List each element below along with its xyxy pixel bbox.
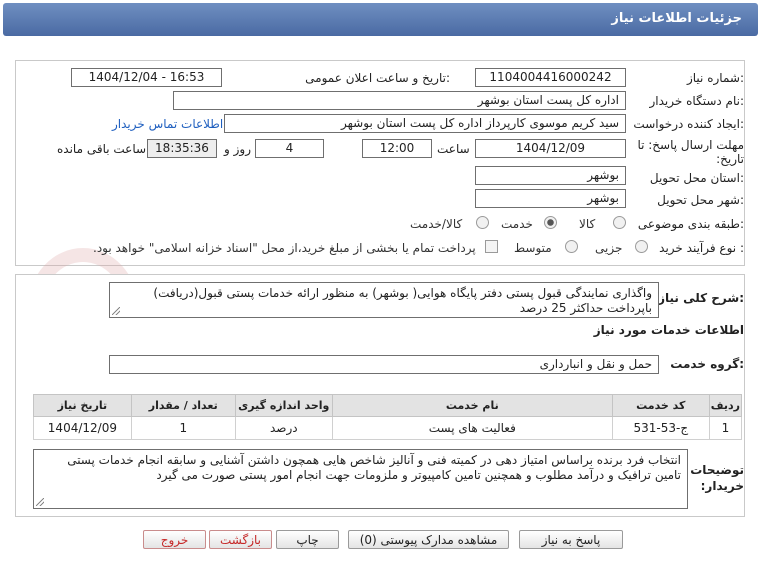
cell-unit: درصد [234,416,333,440]
deadline-time-label: ساعت [437,142,470,156]
col-name: نام خدمت [331,394,613,417]
table-row: 1 ج-53-531 فعالیت های پست درصد 1 1404/12… [33,416,743,440]
treasury-payment-checkbox[interactable] [485,240,498,253]
process-option-medium: متوسط [514,241,552,255]
services-table-wrap: ردیف کد خدمت نام خدمت واحد اندازه گیری ت… [33,394,743,440]
delivery-city-field: بوشهر [475,189,626,208]
requester-field: سید کریم موسوی کارپرداز اداره کل پست است… [224,114,626,133]
cell-row: 1 [708,416,743,440]
col-code: کد خدمت [611,394,710,417]
category-radio-service[interactable] [544,216,557,229]
remaining-time-field: 18:35:36 [147,139,217,158]
service-group-field: حمل و نقل و انبارداری [109,355,659,374]
summary-textarea[interactable]: واگذاری نمایندگی قبول پستی دفتر پایگاه ه… [109,282,659,318]
announce-datetime-label: تاریخ و ساعت اعلان عمومی: [305,71,450,85]
resize-grip-icon[interactable] [112,307,120,315]
need-number-field: 1104004416000242 [475,68,626,87]
services-table: ردیف کد خدمت نام خدمت واحد اندازه گیری ت… [33,394,743,440]
buyer-notes-textarea[interactable]: انتخاب فرد برنده براساس امتیاز دهی در کم… [33,449,688,509]
deadline-label: مهلت ارسال پاسخ: تا تاریخ: [634,138,744,166]
remaining-days-label: روز و [224,142,251,156]
summary-label: شرح کلی نیاز: [658,291,744,305]
deadline-label-text: مهلت ارسال پاسخ: تا تاریخ: [637,138,744,166]
buyer-notes-label-text: توضیحات خریدار: [690,463,744,493]
col-unit: واحد اندازه گیری [234,394,333,417]
announce-datetime-field: 1404/12/04 - 16:53 [71,68,222,87]
col-row: ردیف [708,394,743,417]
services-section-title: اطلاعات خدمات مورد نیاز [593,323,744,337]
back-button[interactable]: بازگشت [209,530,272,549]
delivery-province-label: استان محل تحویل: [649,171,744,185]
process-option-minor: جزیی [595,241,623,255]
deadline-time-field: 12:00 [362,139,432,158]
category-option-goods-service: کالا/خدمت [410,217,463,231]
resize-grip-icon[interactable] [36,498,44,506]
category-radio-goods-service[interactable] [476,216,489,229]
view-attachments-button[interactable]: مشاهده مدارک پیوستی (0) [348,530,509,549]
services-table-header: ردیف کد خدمت نام خدمت واحد اندازه گیری ت… [33,394,743,417]
buyer-notes-label: توضیحات خریدار: [684,462,744,494]
exit-button[interactable]: خروج [143,530,206,549]
category-radio-goods[interactable] [613,216,626,229]
delivery-city-label: شهر محل تحویل: [657,193,744,207]
cell-name: فعالیت های پست [331,416,613,440]
buyer-org-field: اداره کل پست استان بوشهر [173,91,626,110]
need-number-label: شماره نیاز: [686,71,744,85]
deadline-date-field: 1404/12/09 [475,139,626,158]
cell-qty: 1 [130,416,236,440]
category-label: طبقه بندی موضوعی: [637,217,744,231]
process-type-label: نوع فرآیند خرید : [659,241,744,255]
delivery-province-field: بوشهر [475,166,626,185]
page-header: جزئیات اطلاعات نیاز [3,3,758,36]
requester-label: ایجاد کننده درخواست: [633,117,744,131]
print-button[interactable]: چاپ [276,530,339,549]
page-title: جزئیات اطلاعات نیاز [611,11,742,26]
buyer-contact-link[interactable]: اطلاعات تماس خریدار [112,117,223,131]
remaining-time-label: ساعت باقی مانده [57,142,147,156]
service-group-label: گروه خدمت: [670,357,744,371]
cell-code: ج-53-531 [611,416,710,440]
buyer-notes-text: انتخاب فرد برنده براساس امتیاز دهی در کم… [67,453,681,482]
category-option-service: خدمت [501,217,533,231]
buyer-org-label: نام دستگاه خریدار: [649,94,745,108]
remaining-days-field: 4 [255,139,324,158]
summary-text: واگذاری نمایندگی قبول پستی دفتر پایگاه ه… [153,286,652,315]
cell-date: 1404/12/09 [33,416,132,440]
col-date: تاریخ نیاز [33,394,132,417]
process-radio-minor[interactable] [635,240,648,253]
col-qty: تعداد / مقدار [130,394,236,417]
treasury-payment-note: پرداخت تمام یا بخشی از مبلغ خرید،از محل … [93,241,476,255]
reply-button[interactable]: پاسخ به نیاز [519,530,623,549]
process-radio-medium[interactable] [565,240,578,253]
category-option-goods: کالا [579,217,596,231]
